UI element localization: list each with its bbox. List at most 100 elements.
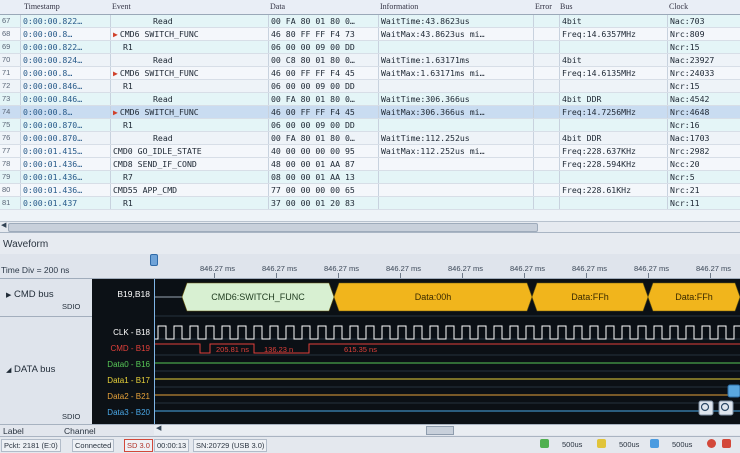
cell-clock: Ncr:16 — [667, 119, 740, 131]
cursor-handle[interactable] — [150, 254, 158, 266]
cmd-bus-segment-label: Data:FFh — [675, 292, 713, 302]
time-tick-label: 846.27 ms — [696, 264, 732, 273]
table-horizontal-scrollbar[interactable]: ◀ — [0, 221, 740, 232]
cell-data: 00 C8 80 01 80 0… — [268, 54, 378, 66]
cmd-bus-pins: B19,B18 — [117, 289, 150, 299]
cell-error — [533, 158, 559, 170]
waveform-scroll-thumb[interactable] — [426, 426, 454, 435]
cell-information — [378, 41, 533, 53]
cell-event: R7 — [110, 171, 268, 183]
scroll-thumb[interactable] — [8, 223, 538, 232]
table-row[interactable]: 70 0:00:00.824… Read 00 C8 80 01 80 0… WaitT… — [0, 54, 740, 67]
cell-clock: Ncr:15 — [667, 41, 740, 53]
cell-error — [533, 106, 559, 118]
data-bus-label[interactable]: ◢ DATA bus — [6, 364, 55, 375]
collapse-icon[interactable]: ◢ — [6, 367, 11, 374]
event-arrow-icon: ▶ — [113, 30, 118, 39]
clk-waveform — [154, 325, 740, 340]
table-row[interactable]: 73 0:00:00.846… Read 00 FA 80 01 80 0… WaitT… — [0, 93, 740, 106]
table-row[interactable]: 75 0:00:00.870… R1 06 00 00 09 00 DD Ncr:16 — [0, 119, 740, 132]
time-ruler: Time Div = 200 ns 846.27 ms 846.27 ms 846.… — [0, 254, 740, 279]
col-timestamp[interactable]: Timestamp — [24, 2, 60, 11]
waveform-canvas[interactable]: CMD6:SWITCH_FUNC Data:00h Data:FFh Data:FFh… — [154, 279, 740, 424]
cell-clock: Nac:1703 — [667, 132, 740, 144]
channel-label[interactable]: Data0 - B16 — [107, 360, 150, 369]
cmd-bus-label[interactable]: ▶ CMD bus — [6, 289, 54, 300]
timing-measure: 615.35 ns — [344, 345, 377, 354]
cell-error — [533, 171, 559, 183]
cell-data: 00 FA 80 01 80 0… — [268, 93, 378, 105]
table-row[interactable]: 67 0:00:00.822… Read 00 FA 80 01 80 0… WaitT… — [0, 15, 740, 28]
col-error[interactable]: Error — [535, 2, 552, 11]
channel-label[interactable]: CMD - B19 — [110, 344, 150, 353]
cell-data: 46 00 FF FF F4 45 — [268, 67, 378, 79]
cell-error — [533, 67, 559, 79]
table-row[interactable]: 78 0:00:01.436… CMD8 SEND_IF_COND 48 00 00 … — [0, 158, 740, 171]
channel-label[interactable]: Data1 - B17 — [107, 376, 150, 385]
table-row[interactable]: 74 0:00:00.8… ▶ CMD6 SWITCH_FUNC 46 00 FF FF… — [0, 106, 740, 119]
waveform-title: Waveform — [3, 239, 49, 250]
time-div-label: Time Div = 200 ns — [1, 265, 70, 275]
cell-error — [533, 132, 559, 144]
channel-names-panel: B19,B18 CLK - B18 CMD - B19 Data0 - B16 Dat… — [92, 279, 154, 424]
record-icon[interactable] — [707, 439, 716, 448]
cell-bus: 4bit DDR — [559, 132, 667, 144]
cell-clock: Ncr:11 — [667, 197, 740, 209]
cell-information: WaitMax:306.366us mi… — [378, 106, 533, 118]
cell-bus: 4bit — [559, 54, 667, 66]
time-tick-label: 846.27 ms — [262, 264, 298, 273]
cell-timestamp: 0:00:00.8… — [20, 67, 110, 79]
cell-event: CMD55 APP_CMD — [110, 184, 268, 196]
table-row[interactable]: 76 0:00:00.870… Read 00 FA 80 01 80 0… WaitT… — [0, 132, 740, 145]
col-information[interactable]: Information — [380, 2, 418, 11]
yellow-marker-icon[interactable] — [597, 439, 606, 448]
table-row[interactable]: 79 0:00:01.436… R7 08 00 00 01 AA 13 Ncr:5 — [0, 171, 740, 184]
table-row[interactable]: 68 0:00:00.8… ▶ CMD6 SWITCH_FUNC 46 80 FF FF… — [0, 28, 740, 41]
status-bar: Pckt: 2181 (E:0) Connected SD 3.0 00:00:… — [0, 436, 740, 453]
time-tick-label: 846.27 ms — [634, 264, 670, 273]
cell-information — [378, 80, 533, 92]
scroll-left-icon[interactable]: ◀ — [156, 424, 161, 432]
cell-timestamp: 0:00:00.846… — [20, 93, 110, 105]
waveform-scrollbar[interactable]: ◀ — [154, 425, 740, 435]
cell-clock: Ncr:15 — [667, 80, 740, 92]
timing-measure: 205.81 ns — [216, 345, 249, 354]
time-tick-label: 846.27 ms — [448, 264, 484, 273]
cell-information — [378, 119, 533, 131]
stop-icon[interactable] — [722, 439, 731, 448]
channel-label[interactable]: Data2 - B21 — [107, 392, 150, 401]
cell-error — [533, 145, 559, 157]
cell-error — [533, 80, 559, 92]
table-row[interactable]: 81 0:00:01.437 R1 37 00 00 01 20 83 Ncr:11 — [0, 197, 740, 210]
green-marker-icon[interactable] — [540, 439, 549, 448]
blue-marker-icon[interactable] — [650, 439, 659, 448]
row-index: 73 — [2, 94, 11, 103]
col-event[interactable]: Event — [112, 2, 131, 11]
cell-error — [533, 197, 559, 209]
cell-bus: Freq:228.61KHz — [559, 184, 667, 196]
table-row[interactable]: 80 0:00:01.436… CMD55 APP_CMD 77 00 00 00 0… — [0, 184, 740, 197]
cell-bus — [559, 119, 667, 131]
col-bus[interactable]: Bus — [560, 2, 572, 11]
cell-event: CMD8 SEND_IF_COND — [110, 158, 268, 170]
channel-label[interactable]: CLK - B18 — [113, 328, 150, 337]
col-data[interactable]: Data — [270, 2, 285, 11]
col-clock[interactable]: Clock — [669, 2, 688, 11]
cell-timestamp: 0:00:01.436… — [20, 158, 110, 170]
table-row[interactable]: 69 0:00:00.822… R1 06 00 00 09 00 DD Ncr:15 — [0, 41, 740, 54]
cell-event: Read — [110, 54, 268, 66]
scroll-left-icon[interactable]: ◀ — [1, 221, 6, 229]
cell-bus: 4bit DDR — [559, 93, 667, 105]
table-row[interactable]: 71 0:00:00.8… ▶ CMD6 SWITCH_FUNC 46 00 FF FF… — [0, 67, 740, 80]
cell-bus — [559, 41, 667, 53]
cell-data: 06 00 00 09 00 DD — [268, 80, 378, 92]
channel-label[interactable]: Data3 - B20 — [107, 408, 150, 417]
table-row[interactable]: 72 0:00:00.846… R1 06 00 00 09 00 DD Ncr:15 — [0, 80, 740, 93]
cell-information — [378, 158, 533, 170]
cell-bus: Freq:228.594KHz — [559, 158, 667, 170]
expand-icon[interactable]: ▶ — [6, 292, 11, 299]
cell-clock: Nrc:809 — [667, 28, 740, 40]
row-index: 75 — [2, 120, 11, 129]
table-row[interactable]: 77 0:00:01.415… CMD0 GO_IDLE_STATE 40 00 00… — [0, 145, 740, 158]
cell-bus — [559, 197, 667, 209]
